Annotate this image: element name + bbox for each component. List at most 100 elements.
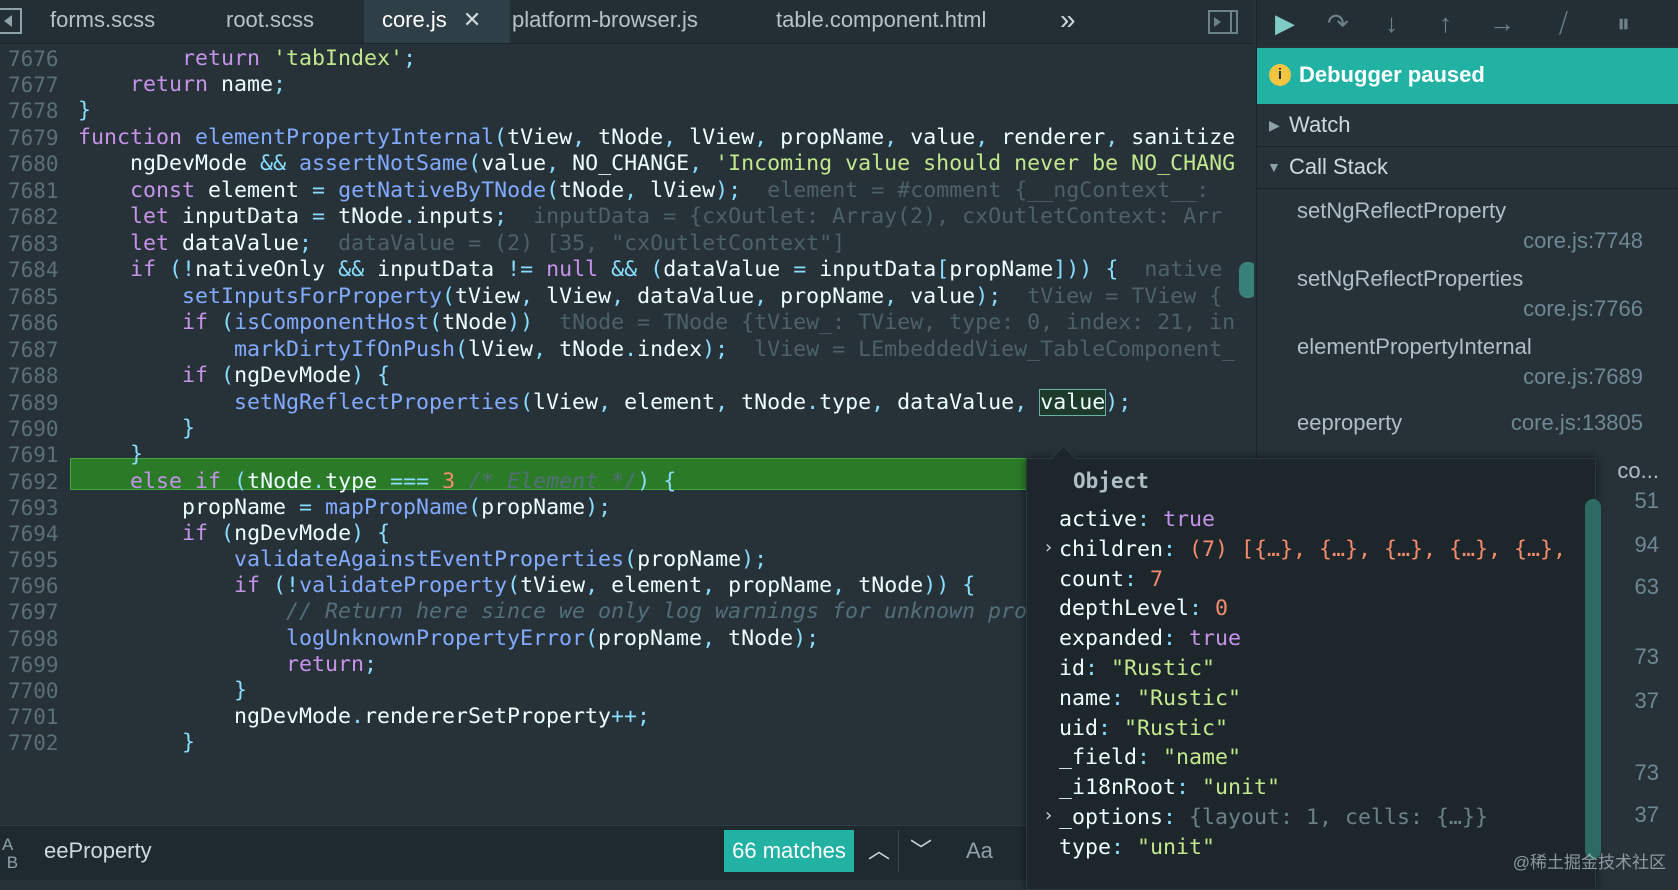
- line-number[interactable]: 7677: [8, 73, 64, 97]
- tab-core-js[interactable]: core.js ✕: [364, 0, 510, 43]
- line-number[interactable]: 7697: [8, 600, 64, 624]
- sidebar-toggle-icon[interactable]: [0, 8, 22, 34]
- pause-on-exceptions-icon[interactable]: ⏸: [1617, 6, 1630, 40]
- double-chevron-right-icon[interactable]: »: [1060, 0, 1076, 43]
- frame-function-name: setNgReflectProperties: [1297, 266, 1524, 291]
- code-line-7679: function elementPropertyInternal(tView, …: [78, 125, 1236, 150]
- property-key: uid: [1059, 715, 1099, 741]
- editor-tab-bar: forms.scss root.scss core.js ✕ platform-…: [0, 0, 1254, 44]
- step-over-icon[interactable]: ↷: [1327, 6, 1349, 40]
- line-number[interactable]: 7698: [8, 627, 64, 651]
- frame-function-name: elementPropertyInternal: [1297, 334, 1532, 359]
- property-value: 7: [1150, 566, 1164, 592]
- string-literal: 'Incoming value should never be NO_CHANG: [715, 151, 1236, 176]
- match-case-button[interactable]: Aa: [966, 838, 993, 864]
- call-stack-frame[interactable]: setNgReflectProperty core.js:7748: [1257, 192, 1678, 256]
- code-line-7684: if (!nativeOnly && inputData != null && …: [130, 257, 1223, 282]
- step-icon[interactable]: →: [1489, 6, 1515, 40]
- frame-function-name: eeproperty: [1297, 410, 1403, 435]
- call-stack-frame[interactable]: setNgReflectProperties core.js:7766: [1257, 260, 1678, 324]
- call-stack-frame[interactable]: eeproperty core.js:13805: [1257, 404, 1678, 444]
- chevron-right-icon[interactable]: ›: [1043, 537, 1054, 558]
- code-line-7699: return;: [286, 652, 378, 677]
- line-number[interactable]: 7693: [8, 496, 64, 520]
- line-number[interactable]: 7681: [8, 179, 64, 203]
- call-stack-section-header[interactable]: ▼ Call Stack: [1257, 146, 1678, 189]
- property-key: expanded: [1059, 626, 1164, 652]
- property-value: "Rustic": [1111, 656, 1216, 681]
- line-number[interactable]: 7692: [8, 470, 64, 494]
- code-line-7698: logUnknownPropertyError(propName, tNode)…: [286, 626, 820, 651]
- code-line-7697: // Return here since we only log warning…: [78, 599, 1027, 624]
- property-key: _i18nRoot: [1059, 775, 1177, 801]
- line-number[interactable]: 7680: [8, 152, 64, 176]
- replace-toggle-icon[interactable]: A B: [2, 836, 18, 872]
- line-number[interactable]: 7690: [8, 417, 64, 441]
- line-number[interactable]: 7679: [8, 126, 64, 150]
- match-count-badge: 66 matches: [724, 830, 854, 872]
- line-number[interactable]: 7691: [8, 443, 64, 467]
- popover-scrollbar[interactable]: [1585, 499, 1601, 859]
- line-number[interactable]: 7701: [8, 705, 64, 729]
- code-line-7702: }: [182, 730, 196, 755]
- line-number[interactable]: 7682: [8, 205, 64, 229]
- code-line-7691: }: [130, 442, 144, 467]
- property-row[interactable]: › _options: {layout: 1, cells: {…}}: [1043, 805, 1488, 830]
- line-number[interactable]: 7700: [8, 679, 64, 703]
- line-number[interactable]: 7676: [8, 47, 64, 71]
- property-key: _field: [1059, 745, 1138, 771]
- inline-value: lView = LEmbeddedView_TableComponent_: [754, 337, 1236, 362]
- inline-value: inputData = {cxOutlet: Array(2), cxOutle…: [533, 204, 1223, 229]
- chevron-right-icon[interactable]: ›: [1043, 805, 1054, 826]
- inline-value: dataValue = (2) [35, "cxOutletContext"]: [338, 231, 846, 256]
- property-key: depthLevel: [1059, 596, 1190, 622]
- close-icon[interactable]: ✕: [463, 0, 481, 40]
- code-comment: // Return here since we only log warning…: [286, 599, 1028, 624]
- line-number[interactable]: 7685: [8, 285, 64, 309]
- line-number[interactable]: 7683: [8, 232, 64, 256]
- line-number[interactable]: 7688: [8, 364, 64, 388]
- inline-value: tNode = TNode {tView_: TView, type: 0, i…: [559, 310, 1236, 335]
- line-number[interactable]: 7678: [8, 99, 64, 123]
- line-number[interactable]: 7689: [8, 391, 64, 415]
- deactivate-breakpoints-icon[interactable]: ⧸: [1559, 6, 1568, 40]
- next-match-button[interactable]: ﹀: [902, 830, 940, 872]
- tab-forms-scss[interactable]: forms.scss: [26, 0, 179, 43]
- tab-platform-browser-js[interactable]: platform-browser.js: [492, 0, 718, 43]
- watch-section-header[interactable]: ▶ Watch: [1257, 104, 1678, 147]
- value-preview-popover[interactable]: Object active: true › children: (7) [{…}, …: [1026, 445, 1601, 890]
- frame-location-fragment: 94: [1634, 532, 1659, 557]
- frame-location: core.js:7689: [1523, 364, 1643, 389]
- line-number[interactable]: 7695: [8, 548, 64, 572]
- chevron-right-icon: ▶: [1269, 117, 1280, 133]
- step-into-icon[interactable]: ↓: [1385, 6, 1398, 40]
- tab-label: platform-browser.js: [512, 7, 698, 32]
- call-stack-frame[interactable]: elementPropertyInternal core.js:7689: [1257, 328, 1678, 392]
- tab-root-scss[interactable]: root.scss: [202, 0, 338, 43]
- property-row[interactable]: › children: (7) [{…}, {…}, {…}, {…}, {…},: [1043, 537, 1566, 562]
- frame-location-fragment: 73: [1634, 644, 1659, 669]
- property-key: active: [1059, 507, 1138, 532]
- frame-location: core.js:13805: [1510, 410, 1643, 435]
- previous-match-button[interactable]: ︿: [860, 830, 899, 872]
- section-label: Call Stack: [1289, 154, 1389, 179]
- inline-value: tView = TView {: [1027, 284, 1223, 309]
- resume-icon[interactable]: ▶: [1275, 6, 1295, 40]
- line-number[interactable]: 7684: [8, 258, 64, 282]
- toggle-debugger-panel-icon[interactable]: [1208, 10, 1238, 34]
- popover-title: Object: [1073, 469, 1149, 493]
- code-line-7701: ngDevMode.rendererSetProperty++;: [78, 704, 651, 729]
- tab-table-component-html[interactable]: table.component.html: [756, 0, 1006, 43]
- code-line-7678: }: [78, 98, 92, 123]
- line-number[interactable]: 7686: [8, 311, 64, 335]
- line-number[interactable]: 7694: [8, 522, 64, 546]
- code-comment: /* Element */: [468, 469, 638, 494]
- line-number[interactable]: 7702: [8, 731, 64, 755]
- line-number[interactable]: 7687: [8, 338, 64, 362]
- search-input[interactable]: eeProperty: [44, 838, 152, 864]
- step-out-icon[interactable]: ↑: [1439, 6, 1452, 40]
- line-number[interactable]: 7696: [8, 574, 64, 598]
- line-number[interactable]: 7699: [8, 653, 64, 677]
- editor-scrollbar[interactable]: [1239, 262, 1254, 298]
- code-line-7682: let inputData = tNode.inputs; inputData …: [130, 204, 1223, 229]
